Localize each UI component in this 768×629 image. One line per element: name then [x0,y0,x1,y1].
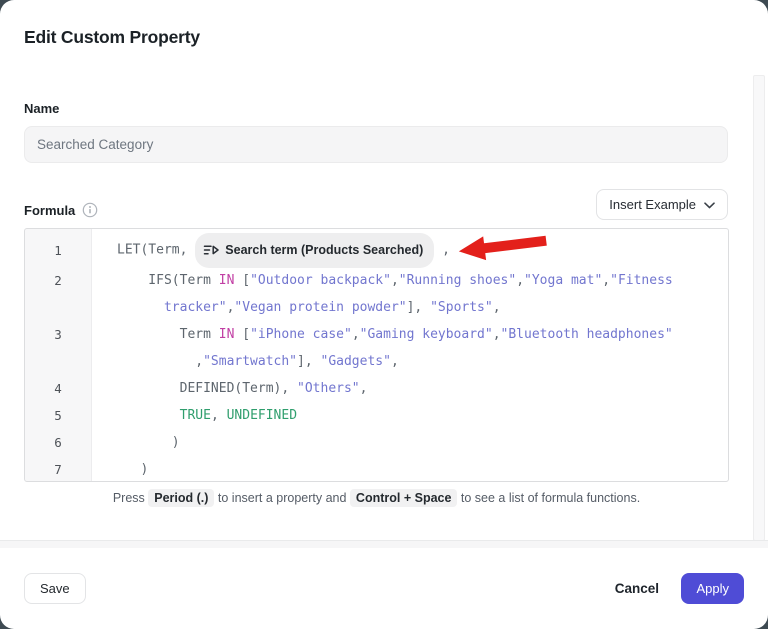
property-chip[interactable]: Search term (Products Searched) [195,233,434,268]
code-row: 1LET(Term, Search term (Products Searche… [25,233,728,267]
code-token: tracker" [164,300,227,315]
code-token: , [391,273,399,288]
code-token: , [211,408,227,423]
code-row: ,"Smartwatch"], "Gadgets", [25,348,728,375]
code-line: DEFINED(Term), "Others", [91,375,367,402]
code-row: 3 Term IN ["iPhone case","Gaming keyboar… [25,321,728,348]
code-token: "Gaming keyboard" [360,327,493,342]
code-line: ,"Smartwatch"], "Gadgets", [91,348,399,375]
formula-hint: Press Period (.) to insert a property an… [24,491,729,505]
code-token: "Fitness [610,273,673,288]
info-icon[interactable] [82,202,98,218]
code-token: "Gadgets" [321,354,391,369]
code-token: "Outdoor backpack" [250,273,391,288]
code-token [117,300,164,315]
code-line: TRUE, UNDEFINED [91,402,297,429]
code-token: , [352,327,360,342]
code-line: tracker", "Vegan protein powder"], "Sport… [91,294,501,321]
code-token: ) [117,462,148,477]
code-token: "Yoga mat" [524,273,602,288]
vertical-scrollbar[interactable] [753,75,765,541]
code-token: "Smartwatch" [203,354,297,369]
chevron-down-icon [704,197,715,212]
line-number [25,348,91,375]
kbd-chip: Period (.) [148,489,214,507]
line-number: 1 [25,233,91,267]
code-token: DEFINED(Term), [117,381,297,396]
code-token: "Bluetooth headphones" [501,327,673,342]
edit-custom-property-dialog: Edit Custom Property Name Formula Insert… [0,0,768,629]
code-token: , [516,273,524,288]
formula-editor[interactable]: 1LET(Term, Search term (Products Searche… [24,228,729,482]
code-token: Term [117,327,219,342]
kbd-chip: Control + Space [350,489,458,507]
code-token: "Running shoes" [399,273,516,288]
code-token: IN [219,327,235,342]
code-line: ) [91,429,180,456]
code-token: , [117,354,203,369]
code-row: 2 IFS(Term IN ["Outdoor backpack","Runni… [25,267,728,294]
formula-label: Formula [24,203,75,218]
code-token: ], [297,354,320,369]
code-token: [ [234,273,250,288]
name-input[interactable] [24,126,728,163]
property-chip-label: Search term (Products Searched) [225,237,423,264]
code-token: UNDEFINED [227,408,297,423]
formula-code-rows: 1LET(Term, Search term (Products Searche… [25,233,728,482]
insert-property-icon [203,242,219,258]
code-token: IFS(Term [117,273,219,288]
hint-text: to insert a property and [214,491,350,505]
code-row: tracker", "Vegan protein powder"], "Sport… [25,294,728,321]
code-token: "Sports" [430,300,493,315]
code-token: "iPhone case" [250,327,352,342]
code-token: LET(Term, [117,243,195,258]
cancel-button[interactable]: Cancel [609,573,665,604]
insert-example-button[interactable]: Insert Example [596,189,728,220]
code-token [117,408,180,423]
code-line: Term IN ["iPhone case","Gaming keyboard"… [91,321,673,348]
save-button[interactable]: Save [24,573,86,604]
code-line: LET(Term, Search term (Products Searched… [91,231,548,269]
code-token: TRUE [180,408,211,423]
line-number: 5 [25,402,91,429]
code-token: IN [219,273,235,288]
code-token: , [360,381,368,396]
code-token: , [602,273,610,288]
code-row: 5 TRUE, UNDEFINED [25,402,728,429]
dialog-title: Edit Custom Property [24,27,200,48]
line-number: 7 [25,456,91,482]
line-number [25,294,91,321]
code-line: IFS(Term IN ["Outdoor backpack","Running… [91,267,673,294]
hint-text: to see a list of formula functions. [457,491,640,505]
code-row: 7 ) [25,456,728,482]
insert-example-label: Insert Example [609,197,696,212]
line-number: 3 [25,321,91,348]
code-token: "Others" [297,381,360,396]
line-number: 4 [25,375,91,402]
line-number: 2 [25,267,91,294]
footer-divider [0,540,768,548]
name-label: Name [24,101,59,116]
line-number: 6 [25,429,91,456]
hint-text: Press [113,491,148,505]
code-token: , [391,354,399,369]
code-row: 6 ) [25,429,728,456]
code-token: , [493,300,501,315]
code-token: ) [117,435,180,450]
code-token: "Vegan protein powder" [234,300,406,315]
apply-button[interactable]: Apply [681,573,744,604]
code-line: ) [91,456,148,482]
code-token: [ [234,327,250,342]
code-token: ], [407,300,430,315]
code-token: , [493,327,501,342]
code-row: 4 DEFINED(Term), "Others", [25,375,728,402]
code-token: , [434,243,450,258]
